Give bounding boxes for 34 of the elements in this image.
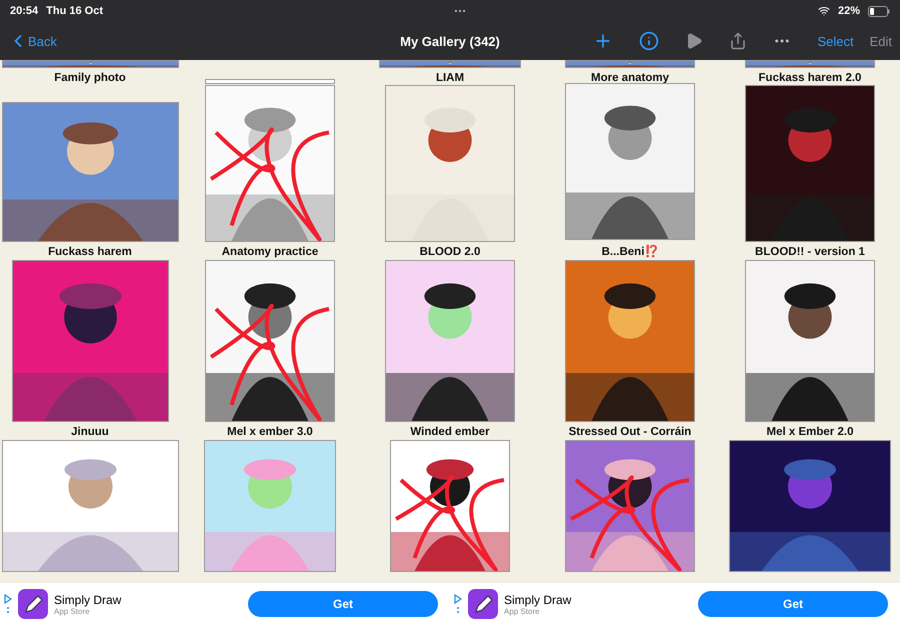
artwork-title: Mel x ember 3.0	[227, 426, 313, 438]
info-icon[interactable]	[639, 31, 660, 51]
play-icon[interactable]	[685, 32, 704, 50]
artwork-title: BLOOD!! - version 1	[755, 246, 865, 258]
share-icon[interactable]	[729, 32, 748, 50]
artwork-title: Fuckass harem	[48, 246, 132, 258]
battery-icon	[868, 6, 890, 16]
artwork-title: Jinuuu	[71, 426, 109, 438]
app-icon[interactable]	[18, 589, 48, 619]
status-date: Thu 16 Oct	[46, 5, 103, 17]
app-icon[interactable]	[468, 589, 498, 619]
battery-percent: 22%	[838, 5, 860, 17]
artwork-title: Winded ember	[410, 426, 490, 438]
app-name: Simply Draw	[54, 592, 122, 606]
artwork-title: B...Beni⁉	[602, 244, 658, 258]
artwork-title: Family photo	[54, 72, 126, 84]
select-button[interactable]: Select	[817, 34, 854, 48]
artwork-title: Fuckass harem 2.0	[758, 72, 862, 84]
ad-choices-icon[interactable]	[454, 593, 462, 615]
get-button[interactable]: Get	[248, 591, 438, 617]
get-button[interactable]: Get	[698, 591, 888, 617]
artwork-title: More anatomy	[591, 72, 669, 84]
artwork-title: Anatomy practice	[222, 246, 318, 258]
app-store-label: App Store	[54, 606, 91, 616]
app-store-label: App Store	[504, 606, 541, 616]
artwork-title: Stressed Out - Corráin	[568, 426, 692, 438]
back-button[interactable]: Back	[8, 31, 57, 51]
app-name: Simply Draw	[504, 592, 572, 606]
artwork-title: BLOOD 2.0	[420, 246, 480, 258]
gallery-title: My Gallery (342)	[400, 34, 500, 48]
artwork-title: LIAM	[436, 72, 464, 84]
artwork-title: Mel x Ember 2.0	[766, 426, 854, 438]
ad-choices-icon[interactable]	[4, 593, 12, 615]
status-time: 20:54	[10, 5, 38, 17]
